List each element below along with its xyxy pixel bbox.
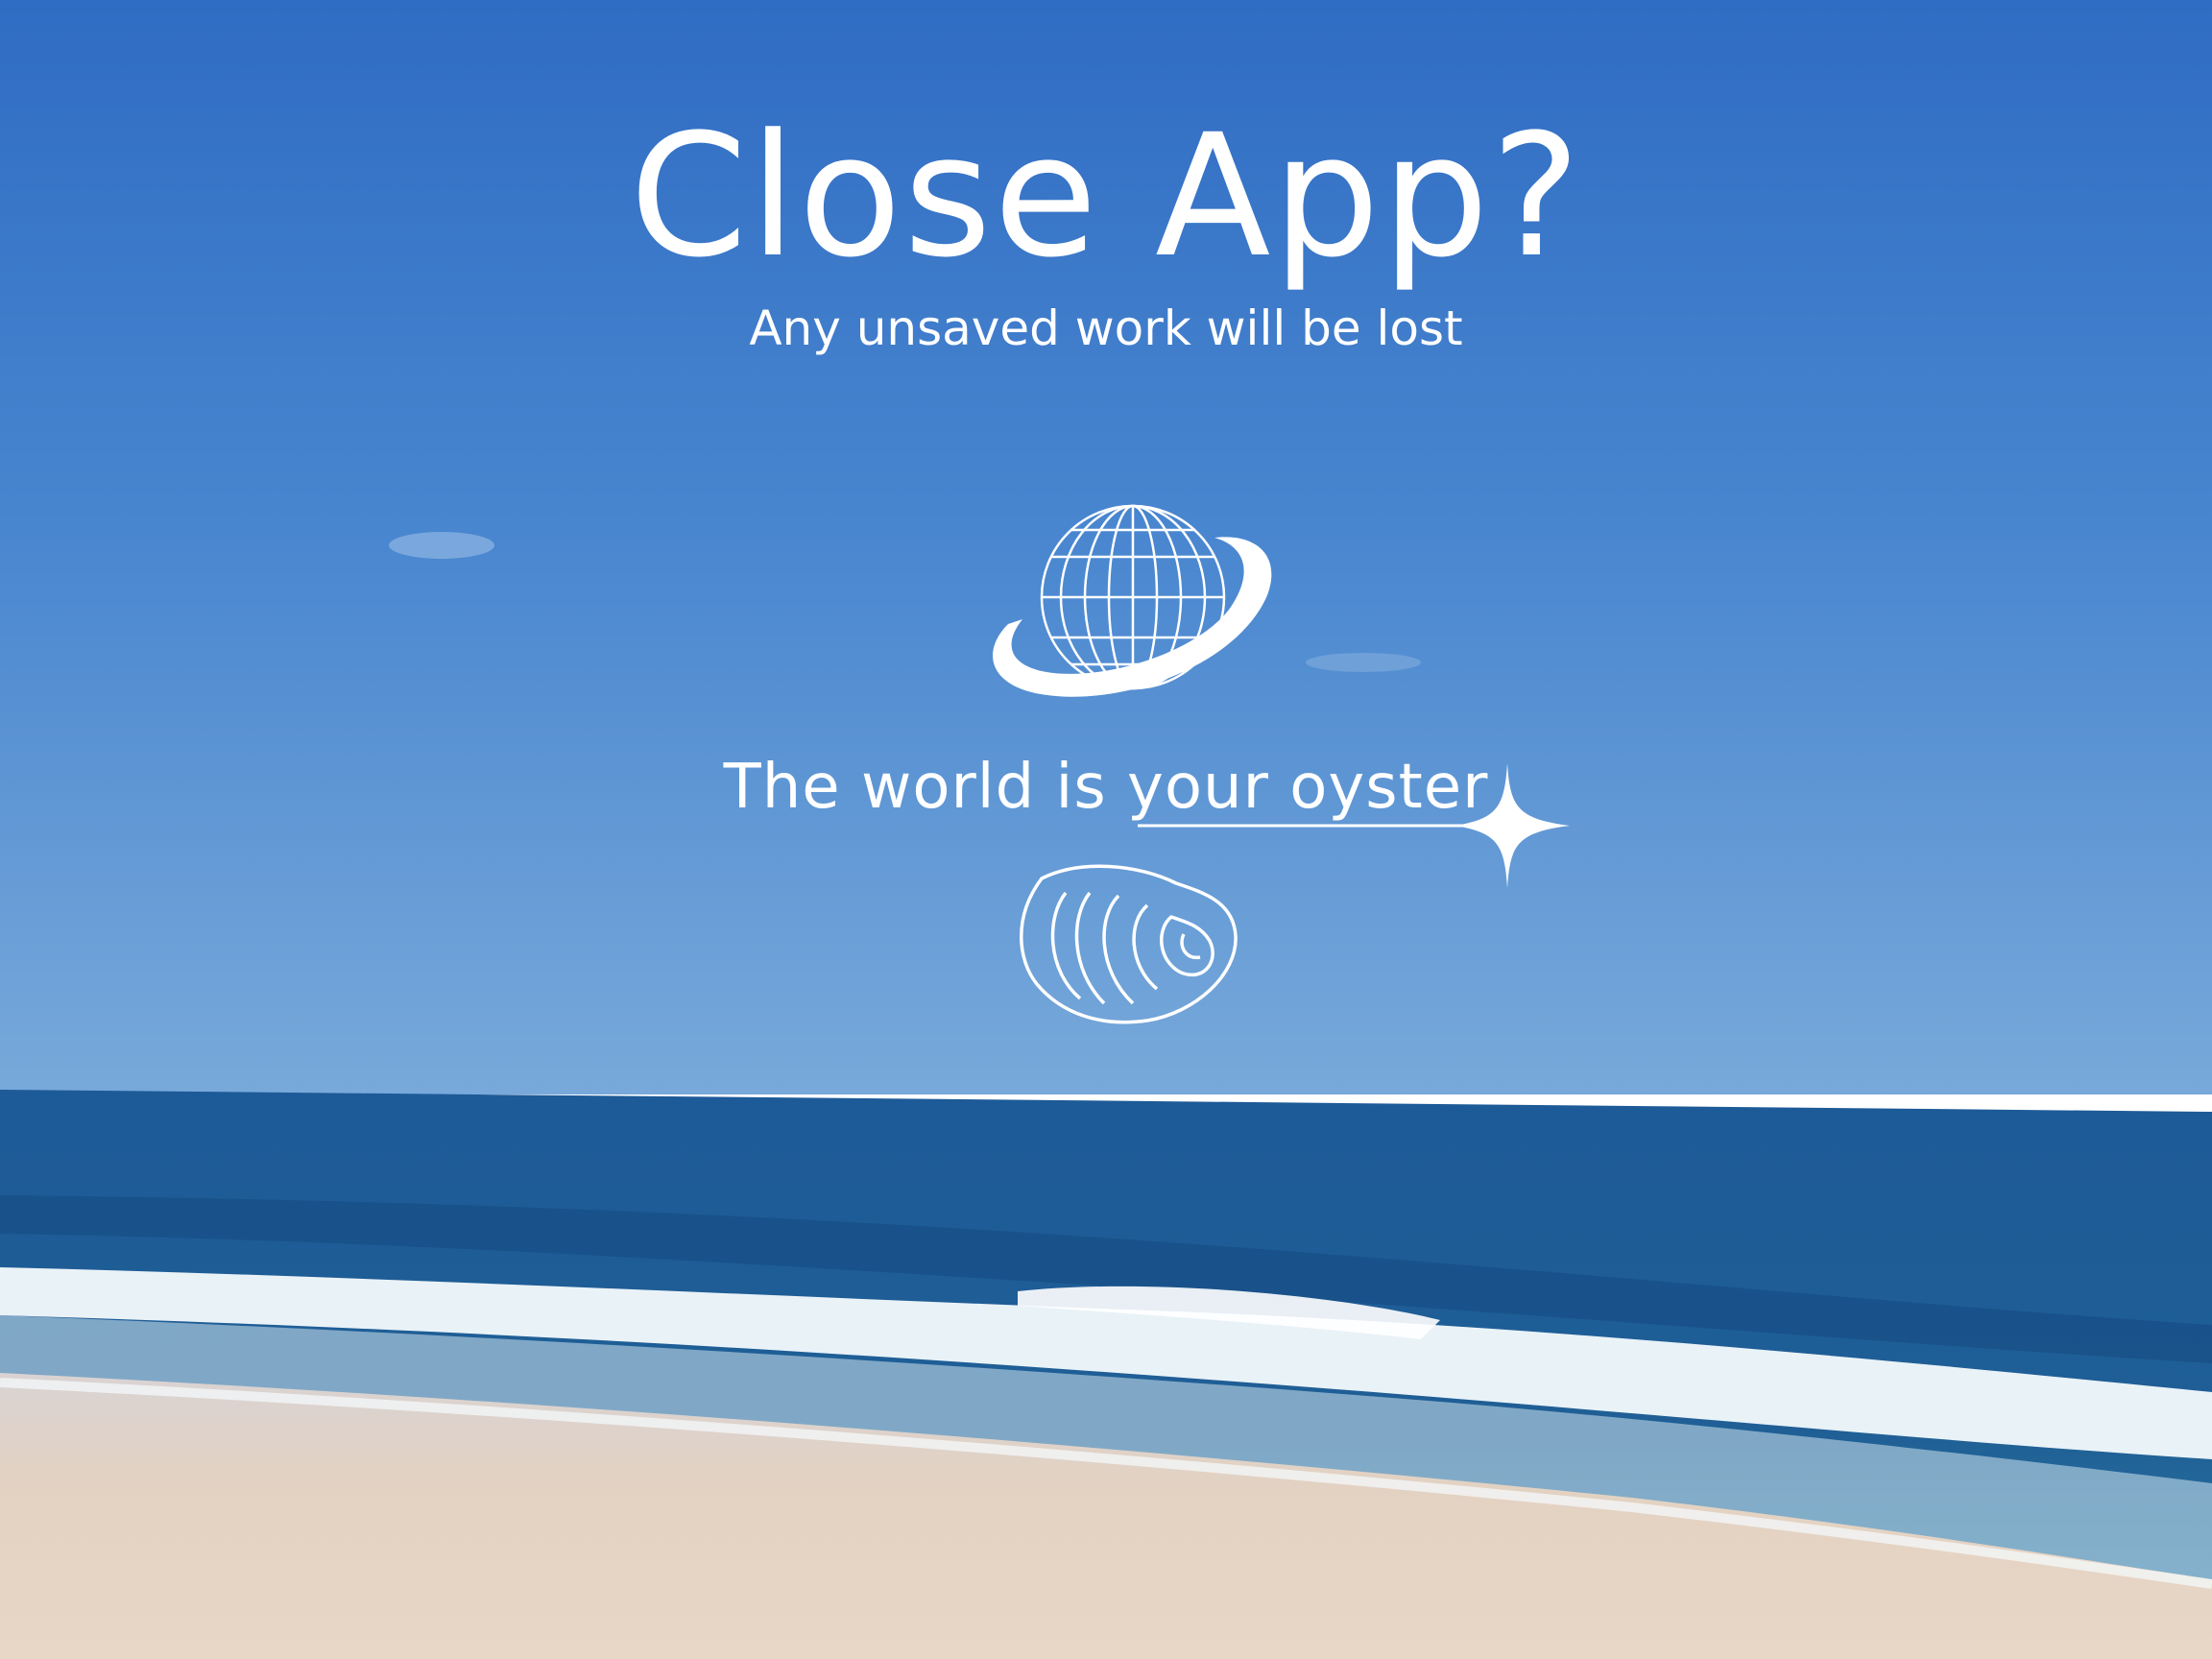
tagline: The world is your oyster bbox=[723, 752, 1489, 823]
dialog-subtitle: Any unsaved work will be lost bbox=[749, 301, 1463, 356]
oyster-shell-icon bbox=[1013, 859, 1243, 1027]
globe-with-ring-icon bbox=[970, 490, 1286, 710]
dialog-title: Close App? bbox=[629, 98, 1583, 295]
